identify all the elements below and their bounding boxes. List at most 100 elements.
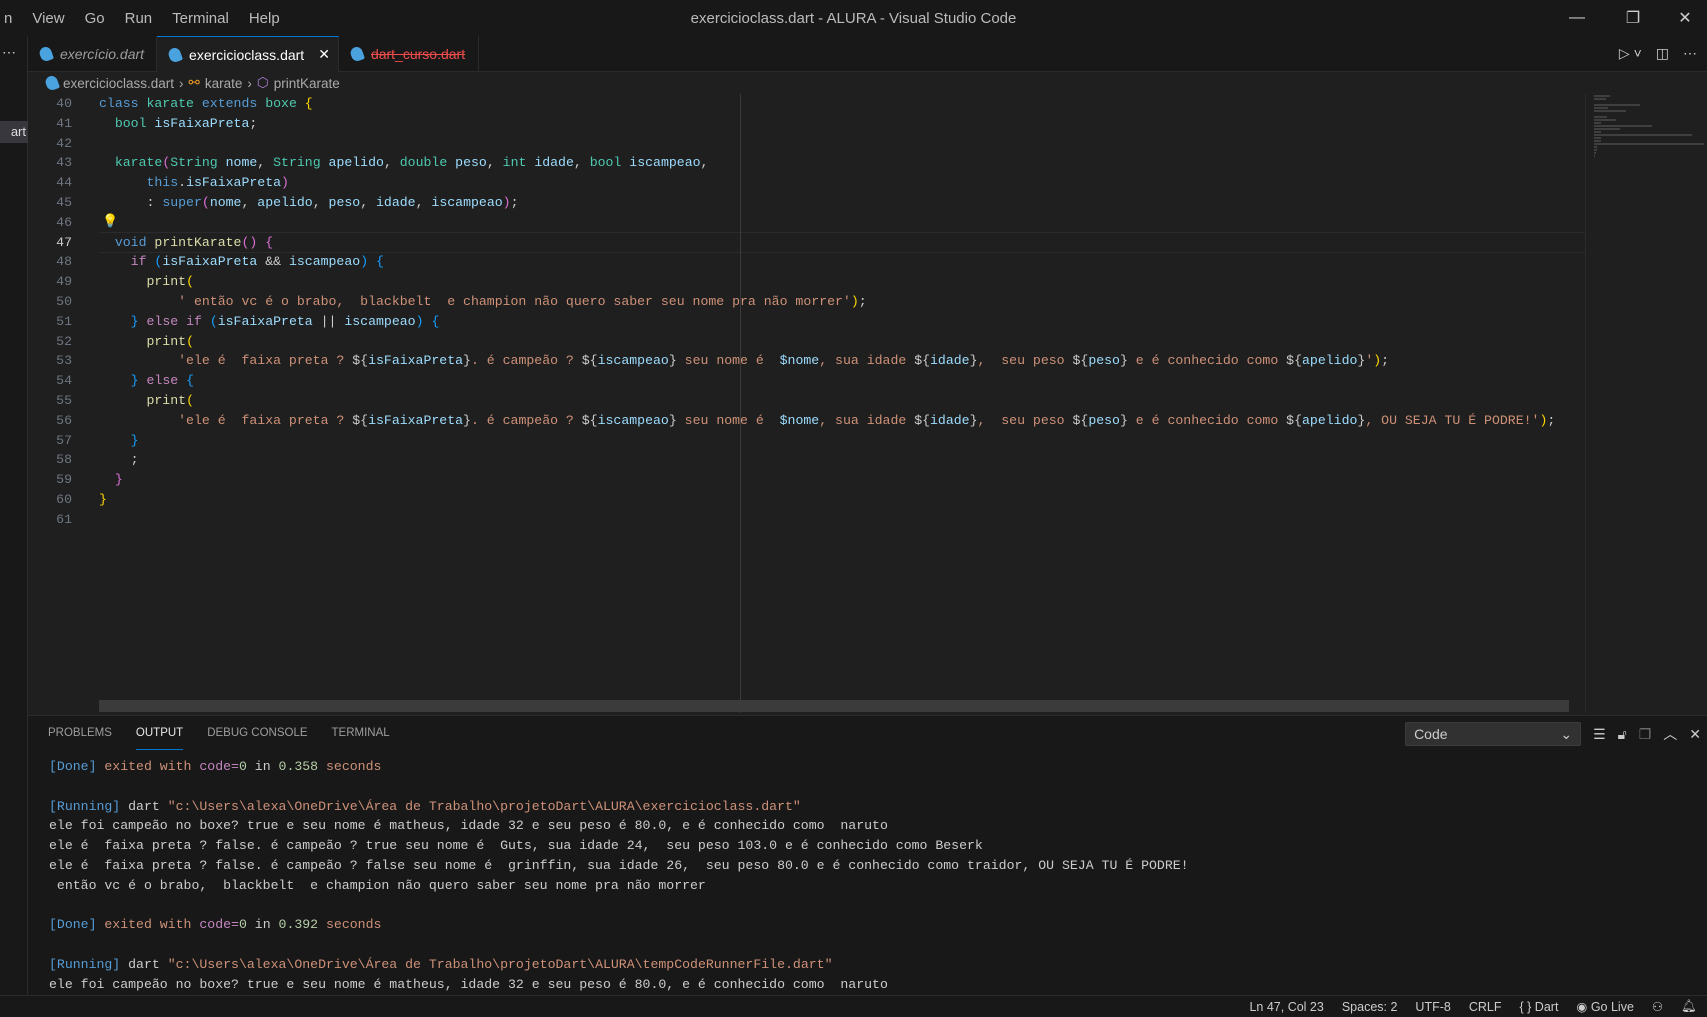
menu-view[interactable]: View <box>22 10 74 27</box>
encoding[interactable]: UTF-8 <box>1415 1000 1450 1014</box>
maximize-panel-icon[interactable]: ︿ <box>1663 724 1677 744</box>
code-line: : super(nome, apelido, peso, idade, isca… <box>99 193 1585 213</box>
line-number: 43 <box>56 155 72 171</box>
code-line: } else { <box>99 371 1585 391</box>
token: : <box>99 194 163 210</box>
indentation[interactable]: Spaces: 2 <box>1342 1000 1398 1014</box>
close-window-button[interactable]: ✕ <box>1659 0 1707 36</box>
minimap-line <box>1594 149 1597 151</box>
minimap-line <box>1594 122 1602 124</box>
token: ) <box>415 313 424 329</box>
channel-value: Code <box>1414 726 1448 742</box>
token: ${ <box>581 353 598 369</box>
breadcrumb-method[interactable]: printKarate <box>274 76 340 91</box>
tab-problems[interactable]: PROBLEMS <box>48 716 112 750</box>
line-number: 49 <box>56 274 72 290</box>
minimap-line <box>1594 155 1595 157</box>
lock-icon[interactable]: 🔓︎ <box>1618 726 1627 743</box>
line-number: 51 <box>56 313 72 329</box>
clear-output-icon[interactable]: ☰ <box>1593 726 1606 743</box>
token: 'ele é faixa preta ? <box>178 353 353 369</box>
token: peso <box>1088 353 1120 369</box>
close-tab-icon[interactable]: ✕ <box>318 46 330 63</box>
tab-terminal[interactable]: TERMINAL <box>332 716 390 750</box>
token: e é conhecido como <box>1127 353 1287 369</box>
cursor-position[interactable]: Ln 47, Col 23 <box>1249 1000 1323 1014</box>
go-live-button[interactable]: ◉ Go Live <box>1576 999 1633 1014</box>
line-number: 50 <box>56 293 72 309</box>
minimap-line <box>1594 131 1602 133</box>
breadcrumb-file[interactable]: exercicioclass.dart <box>63 76 174 91</box>
output-channel-select[interactable]: Code ⌄ <box>1405 722 1582 746</box>
menu-help[interactable]: Help <box>239 10 290 27</box>
run-icon[interactable]: ▷ ˅ <box>1619 45 1642 62</box>
output-log[interactable]: [Done] exited with code=0 in 0.358 secon… <box>49 757 1699 995</box>
more-icon[interactable]: ⋯ <box>2 44 16 61</box>
token: dart <box>120 956 168 972</box>
broadcast-icon: ◉ <box>1576 1000 1591 1014</box>
minimap[interactable] <box>1585 94 1707 713</box>
tab-dart-curso[interactable]: dart_curso.dart <box>339 36 479 72</box>
line-number: 55 <box>56 392 72 408</box>
line-ending[interactable]: CRLF <box>1469 1000 1502 1014</box>
code-line: class karate extends boxe { <box>99 94 1585 114</box>
explorer-sidebar: ⋯ art <box>0 36 28 995</box>
language-mode[interactable]: { } Dart <box>1520 1000 1559 1014</box>
code-editor[interactable]: class karate extends boxe { bool isFaixa… <box>99 94 1585 700</box>
token: $nome <box>779 353 820 369</box>
token: [Running] <box>49 956 121 972</box>
code-line: if (isFaixaPreta && iscampeao) { <box>99 252 1585 272</box>
token: apelido <box>257 194 313 210</box>
token: double <box>399 155 456 171</box>
horizontal-scrollbar[interactable] <box>99 700 1569 712</box>
line-number: 60 <box>56 491 72 507</box>
more-actions-icon[interactable]: ⋯ <box>1683 45 1697 62</box>
braces-icon: { } <box>1519 999 1535 1014</box>
chevron-right-icon: › <box>247 75 252 91</box>
token: } <box>463 412 471 428</box>
tab-output[interactable]: OUTPUT <box>135 716 184 750</box>
tab-exercicio[interactable]: exercício.dart <box>28 36 158 72</box>
tab-exercicioclass[interactable]: exercicioclass.dart ✕ <box>157 36 339 72</box>
token: ele foi campeão no boxe? true e seu nome… <box>49 818 888 834</box>
token: , seu peso <box>977 353 1073 369</box>
token: } <box>969 353 978 369</box>
token: peso <box>328 194 361 210</box>
token: "c:\Users\alexa\OneDrive\Área de Trabalh… <box>167 798 801 814</box>
minimize-button[interactable]: — <box>1551 0 1603 36</box>
restore-button[interactable]: ❐ <box>1607 0 1659 36</box>
code-line: ' então vc é o brabo, blackbelt e champi… <box>99 292 1585 312</box>
token: ; <box>858 293 867 309</box>
minimap-line <box>1594 116 1608 118</box>
explorer-item[interactable]: art <box>0 121 28 143</box>
token: } <box>668 353 677 369</box>
minimap-line <box>1594 107 1609 109</box>
notifications-icon[interactable]: 🔔︎ <box>1681 999 1697 1014</box>
breadcrumb-class[interactable]: karate <box>205 76 243 91</box>
accounts-icon[interactable]: ⚇ <box>1652 999 1663 1014</box>
status-bar: Ln 47, Col 23 Spaces: 2 UTF-8 CRLF { } D… <box>0 995 1707 1017</box>
dart-icon <box>167 45 184 64</box>
menu-go[interactable]: Go <box>75 10 115 27</box>
token: $nome <box>779 412 820 428</box>
menu-selection[interactable]: n <box>0 10 22 27</box>
split-editor-icon[interactable]: ◫ <box>1656 45 1669 62</box>
close-panel-icon[interactable]: ✕ <box>1689 726 1701 743</box>
token: ; <box>249 115 258 131</box>
token: ${ <box>352 353 369 369</box>
token: , <box>312 194 329 210</box>
lightbulb-icon[interactable]: 💡 <box>102 213 118 229</box>
menu-run[interactable]: Run <box>115 10 163 27</box>
token: in <box>246 917 279 933</box>
token: ) <box>1373 353 1382 369</box>
token: . é campeão ? <box>470 412 582 428</box>
tab-debug-console[interactable]: DEBUG CONSOLE <box>207 716 307 750</box>
menu-terminal[interactable]: Terminal <box>162 10 239 27</box>
token: , <box>241 194 258 210</box>
copy-icon[interactable]: ❐ <box>1639 726 1652 743</box>
